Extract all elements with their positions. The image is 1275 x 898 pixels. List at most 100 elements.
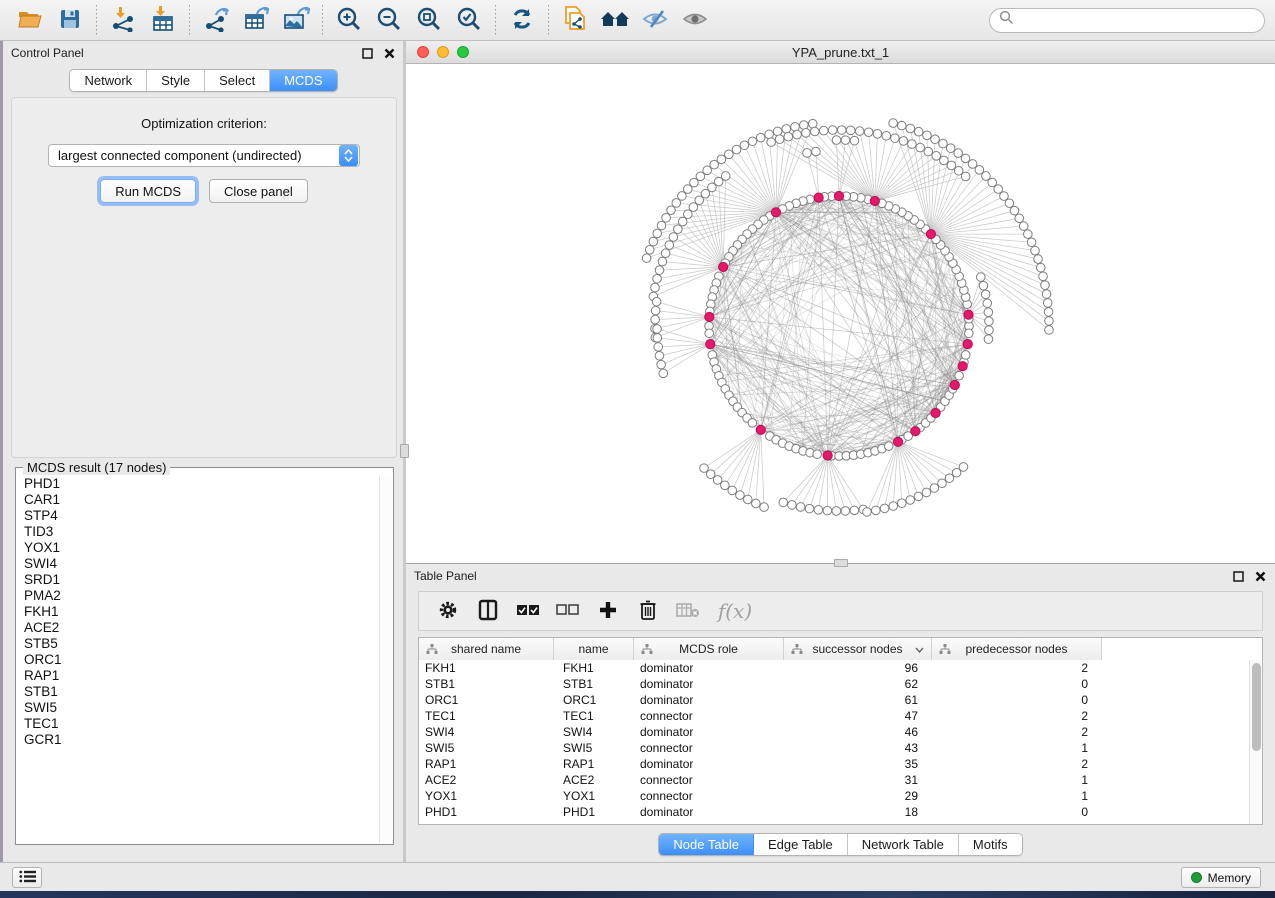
network-leaf-node[interactable] [657, 221, 666, 230]
zoom-out-button[interactable] [369, 3, 409, 37]
network-leaf-node[interactable] [983, 299, 992, 308]
table-row[interactable]: PHD1PHD1dominator180 [419, 804, 1249, 820]
mcds-hub-node[interactable] [834, 191, 843, 200]
float-table-panel-button[interactable] [1231, 569, 1245, 583]
network-leaf-node[interactable] [659, 369, 668, 378]
table-settings-button[interactable] [433, 596, 463, 626]
search-box[interactable] [989, 8, 1265, 33]
open-file-button[interactable] [10, 3, 50, 37]
network-leaf-node[interactable] [946, 144, 955, 153]
network-leaf-node[interactable] [775, 135, 784, 144]
network-leaf-node[interactable] [1027, 238, 1036, 247]
network-leaf-node[interactable] [897, 499, 906, 508]
mcds-list-scrollbar[interactable] [379, 476, 392, 843]
network-leaf-node[interactable] [979, 281, 988, 290]
network-leaf-node[interactable] [784, 132, 793, 141]
network-leaf-node[interactable] [732, 145, 741, 154]
network-leaf-node[interactable] [1024, 230, 1033, 239]
import-network-button[interactable] [103, 3, 143, 37]
network-leaf-node[interactable] [748, 137, 757, 146]
network-leaf-node[interactable] [938, 479, 947, 488]
mcds-result-item[interactable]: STB1 [17, 684, 379, 700]
hide-selected-button[interactable] [635, 3, 675, 37]
network-leaf-node[interactable] [985, 317, 994, 326]
network-leaf-node[interactable] [1045, 326, 1054, 335]
network-leaf-node[interactable] [908, 140, 917, 149]
network-leaf-node[interactable] [945, 474, 954, 483]
network-leaf-node[interactable] [906, 496, 915, 505]
mcds-result-item[interactable]: ORC1 [17, 652, 379, 668]
mcds-result-item[interactable]: TID3 [17, 524, 379, 540]
network-leaf-node[interactable] [846, 126, 855, 135]
network-leaf-node[interactable] [805, 504, 814, 513]
network-leaf-node[interactable] [651, 283, 660, 292]
network-leaf-node[interactable] [823, 506, 832, 515]
network-node[interactable] [961, 351, 970, 360]
network-leaf-node[interactable] [841, 136, 850, 145]
refresh-button[interactable] [502, 3, 542, 37]
network-leaf-node[interactable] [1044, 308, 1053, 317]
network-leaf-node[interactable] [889, 502, 898, 511]
network-leaf-node[interactable] [651, 306, 660, 315]
network-leaf-node[interactable] [1039, 272, 1048, 281]
close-table-panel-button[interactable] [1253, 569, 1267, 583]
network-leaf-node[interactable] [802, 129, 811, 138]
network-leaf-node[interactable] [923, 131, 932, 140]
tab-motifs[interactable]: Motifs [959, 834, 1022, 855]
network-leaf-node[interactable] [662, 213, 671, 222]
mcds-hub-node[interactable] [756, 425, 765, 434]
memory-button[interactable]: Memory [1181, 867, 1261, 888]
table-row[interactable]: STB1STB1dominator620 [419, 676, 1249, 692]
column-header-successor-nodes[interactable]: successor nodes [784, 638, 932, 660]
network-leaf-node[interactable] [756, 133, 765, 142]
network-leaf-node[interactable] [897, 121, 906, 130]
import-table-button[interactable] [143, 3, 183, 37]
zoom-fit-button[interactable] [409, 3, 449, 37]
network-node[interactable] [955, 371, 964, 380]
zoom-selected-button[interactable] [449, 3, 489, 37]
network-leaf-node[interactable] [899, 137, 908, 146]
column-header-predecessor-nodes[interactable]: predecessor nodes [932, 638, 1102, 660]
network-canvas[interactable] [406, 64, 1275, 563]
network-leaf-node[interactable] [930, 484, 939, 493]
network-leaf-node[interactable] [850, 136, 859, 145]
network-leaf-node[interactable] [674, 225, 683, 234]
network-leaf-node[interactable] [922, 488, 931, 497]
network-leaf-node[interactable] [736, 491, 745, 500]
network-leaf-node[interactable] [667, 206, 676, 215]
network-leaf-node[interactable] [655, 266, 664, 275]
network-leaf-node[interactable] [728, 486, 737, 495]
network-leaf-node[interactable] [882, 131, 891, 140]
network-leaf-node[interactable] [808, 119, 817, 128]
table-row[interactable]: ACE2ACE2connector311 [419, 772, 1249, 788]
network-leaf-node[interactable] [658, 257, 667, 266]
network-leaf-node[interactable] [1036, 263, 1045, 272]
network-leaf-node[interactable] [645, 246, 654, 255]
table-row[interactable]: YOX1YOX1connector291 [419, 788, 1249, 804]
network-node[interactable] [705, 329, 714, 338]
network-leaf-node[interactable] [740, 141, 749, 150]
tab-edge-table[interactable]: Edge Table [754, 834, 848, 855]
table-row[interactable]: SWI4SWI4dominator462 [419, 724, 1249, 740]
network-leaf-node[interactable] [819, 126, 828, 135]
deselect-all-button[interactable] [553, 596, 583, 626]
tab-node-table[interactable]: Node Table [659, 834, 754, 855]
mcds-hub-node[interactable] [963, 339, 972, 348]
network-leaf-node[interactable] [873, 130, 882, 139]
mcds-result-item[interactable]: FKH1 [17, 604, 379, 620]
network-leaf-node[interactable] [654, 343, 663, 352]
network-node[interactable] [813, 450, 822, 459]
network-leaf-node[interactable] [864, 128, 873, 137]
network-leaf-node[interactable] [653, 274, 662, 283]
mcds-hub-node[interactable] [950, 380, 959, 389]
mcds-hub-node[interactable] [705, 312, 714, 321]
zoom-in-button[interactable] [329, 3, 369, 37]
network-leaf-node[interactable] [924, 147, 933, 156]
mcds-result-item[interactable]: SWI5 [17, 700, 379, 716]
column-header-name[interactable]: name [554, 638, 634, 660]
mcds-result-item[interactable]: PHD1 [17, 476, 379, 492]
network-leaf-node[interactable] [914, 127, 923, 136]
mcds-result-item[interactable]: YOX1 [17, 540, 379, 556]
tab-network[interactable]: Network [70, 70, 147, 91]
network-leaf-node[interactable] [653, 334, 662, 343]
